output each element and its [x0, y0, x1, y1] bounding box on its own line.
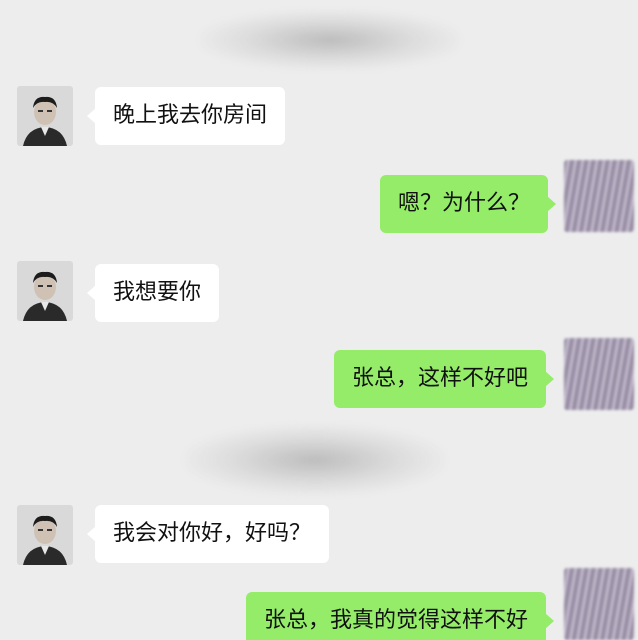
message-text: 我会对你好，好吗？	[113, 521, 312, 546]
message-text: 张总，我真的觉得这样不好	[263, 608, 528, 633]
self-avatar[interactable]	[564, 568, 634, 640]
message-text: 我想要你	[113, 280, 202, 305]
contact-avatar[interactable]	[17, 86, 73, 146]
message-text: 张总，这样不好吧	[351, 366, 528, 391]
message-bubble-incoming[interactable]: 我会对你好，好吗？	[86, 505, 330, 563]
contact-avatar[interactable]	[17, 505, 73, 565]
self-avatar[interactable]	[564, 160, 634, 232]
message-bubble-incoming[interactable]: 我想要你	[86, 264, 220, 322]
contact-avatar[interactable]	[17, 261, 73, 321]
blurred-timestamp	[200, 10, 460, 70]
message-text: 嗯？为什么？	[397, 191, 530, 216]
message-bubble-outgoing[interactable]: 张总，我真的觉得这样不好	[245, 592, 555, 640]
message-text: 晚上我去你房间	[113, 103, 268, 128]
person-portrait-icon	[17, 261, 73, 321]
message-bubble-outgoing[interactable]: 张总，这样不好吧	[333, 350, 555, 408]
self-avatar[interactable]	[564, 338, 634, 410]
blurred-timestamp	[185, 425, 445, 495]
person-portrait-icon	[17, 86, 73, 146]
message-bubble-outgoing[interactable]: 嗯？为什么？	[379, 175, 557, 233]
chat-area: 晚上我去你房间 嗯？为什么？ 我想要你 张总，这样不好吧 我会对你好，好吗？ 张…	[0, 0, 638, 640]
message-bubble-incoming[interactable]: 晚上我去你房间	[86, 87, 286, 145]
person-portrait-icon	[17, 505, 73, 565]
